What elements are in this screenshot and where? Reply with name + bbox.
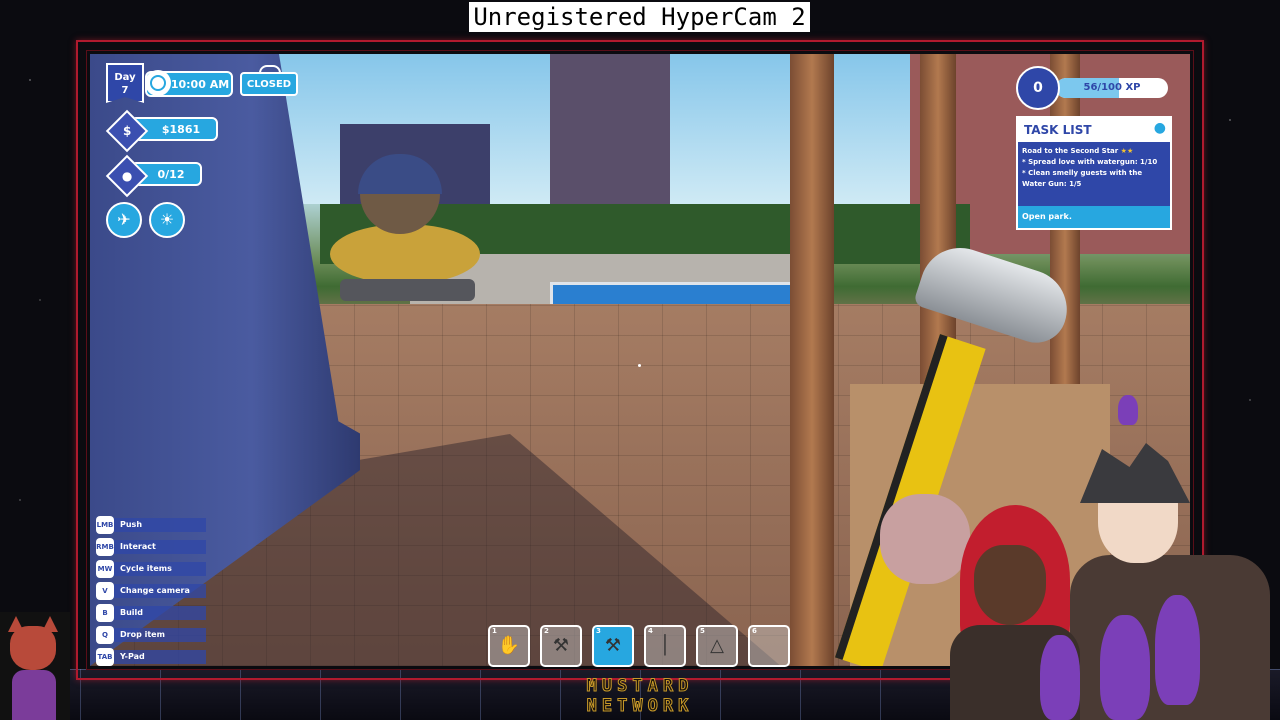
task-list-title: TASK LIST (1018, 118, 1170, 142)
mouse-wheel-icon: MW (96, 560, 114, 578)
task-list-panel: TASK LIST ● Road to the Second Star ★★ *… (1016, 116, 1172, 230)
small-purple-duck (1118, 395, 1138, 425)
hotbar-slot-2[interactable]: 2 ⚒ (540, 625, 582, 667)
duck-statue-fountain (330, 154, 480, 304)
control-label: Y-Pad (114, 650, 206, 664)
purple-duck-plush (1100, 615, 1150, 720)
purple-duck-plush (1040, 635, 1080, 720)
logo-line-2: NETWORK (586, 696, 694, 717)
control-hint-interact: RMB Interact (96, 538, 206, 556)
hotbar-slot-1[interactable]: 1 ✋ (488, 625, 530, 667)
task-item: * Clean smelly guests with the Water Gun… (1022, 169, 1143, 188)
hypercam-banner: Unregistered HyperCam 2 (469, 2, 810, 32)
hammer-icon: ⚒ (604, 635, 622, 656)
park-status-sign[interactable]: CLOSED (240, 72, 298, 96)
hotbar-slot-5[interactable]: 5 △ (696, 625, 738, 667)
mouse-left-icon: LMB (96, 516, 114, 534)
control-label: Change camera (114, 584, 206, 598)
quest-title: Road to the Second Star ★★ (1022, 147, 1134, 155)
island-icon[interactable]: ☀ (149, 202, 185, 238)
hammer-icon: ⚒ (552, 635, 570, 656)
mustard-network-logo: MUSTARD NETWORK (560, 676, 720, 720)
control-hint-cycle-items: MW Cycle items (96, 560, 206, 578)
key-b-icon: B (96, 604, 114, 622)
logo-line-1: MUSTARD (586, 676, 694, 697)
hand-icon: ✋ (497, 635, 521, 656)
control-label: Drop item (114, 628, 206, 642)
control-hint-build: B Build (96, 604, 206, 622)
hotbar-slot-4[interactable]: 4 │ (644, 625, 686, 667)
task-list-footer: Open park. (1018, 206, 1170, 228)
control-hint-y-pad: TAB Y-Pad (96, 648, 206, 666)
mouse-right-icon: RMB (96, 538, 114, 556)
guest-count-value: 0/12 (157, 167, 185, 181)
rusty-pole-center (920, 54, 956, 384)
plane-cleaning-icon[interactable]: ✈ (106, 202, 142, 238)
task-list-body: Road to the Second Star ★★ * Spread love… (1022, 146, 1166, 190)
control-hint-drop-item: Q Drop item (96, 626, 206, 644)
duck-icon: ● (1153, 120, 1166, 136)
control-label: Push (114, 518, 206, 532)
rusty-pole-left (790, 54, 834, 666)
day-badge: Day 7 (106, 63, 144, 103)
control-label: Interact (114, 540, 206, 554)
plunger-icon: △ (710, 635, 724, 656)
purple-duck-plush (1155, 595, 1200, 705)
crosshair (638, 364, 641, 367)
control-hint-push: LMB Push (96, 516, 206, 534)
clock-icon (145, 70, 171, 96)
xp-bar: 56/100 XP (1056, 78, 1168, 98)
background-tower (550, 54, 670, 224)
flask-icon: 0 (1016, 66, 1060, 110)
day-label: Day (114, 72, 136, 83)
xp-text: 56/100 XP (1083, 82, 1141, 93)
cat-streamer-avatar (0, 612, 70, 720)
control-label: Cycle items (114, 562, 206, 576)
hotbar-slot-3[interactable]: 3 ⚒ (592, 625, 634, 667)
task-item: * Spread love with watergun: 1/10 (1022, 158, 1158, 166)
day-number: 7 (121, 85, 129, 96)
control-hint-change-camera: V Change camera (96, 582, 206, 600)
mop-icon: │ (659, 635, 671, 656)
key-tab-icon: TAB (96, 648, 114, 666)
key-v-icon: V (96, 582, 114, 600)
key-q-icon: Q (96, 626, 114, 644)
control-label: Build (114, 606, 206, 620)
hotbar-slot-6[interactable]: 6 (748, 625, 790, 667)
player-level: 0 (1033, 80, 1043, 96)
money-value: $1861 (161, 122, 201, 136)
vtuber-girl-face (974, 545, 1046, 625)
vtuber-overlay (950, 395, 1280, 720)
park-status-text: CLOSED (246, 78, 292, 90)
vtuber-boy-hair (1080, 443, 1190, 503)
